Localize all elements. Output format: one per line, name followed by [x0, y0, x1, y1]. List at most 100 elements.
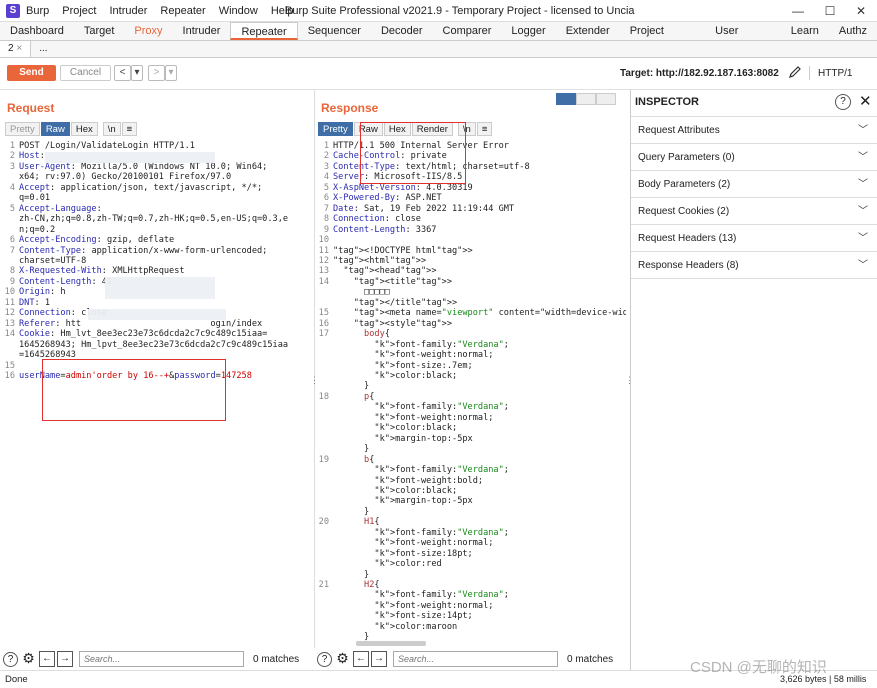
- layout-top-bottom-icon[interactable]: [576, 93, 596, 105]
- inspector-section-query-parameters[interactable]: Query Parameters (0) ﹀: [631, 144, 877, 171]
- tab-comparer[interactable]: Comparer: [433, 22, 502, 40]
- tab-intruder[interactable]: Intruder: [173, 22, 231, 40]
- menu-window[interactable]: Window: [219, 5, 258, 17]
- line-text: "k">font-size:.7em;: [374, 360, 473, 371]
- help-icon[interactable]: ?: [317, 651, 332, 667]
- response-view-pretty[interactable]: Pretty: [318, 122, 353, 136]
- menu-repeater[interactable]: Repeater: [160, 5, 205, 17]
- inspector-section-request-headers[interactable]: Request Headers (13) ﹀: [631, 225, 877, 252]
- line-text: body{: [364, 329, 390, 340]
- editor-line: 10: [317, 235, 626, 245]
- layout-side-by-side-icon[interactable]: [556, 93, 576, 105]
- back-history-dropdown[interactable]: ▾: [131, 65, 143, 81]
- inspector-section-body-parameters[interactable]: Body Parameters (2) ﹀: [631, 171, 877, 198]
- request-view-raw[interactable]: Raw: [40, 122, 70, 136]
- line-text: "tag"><title"tag">>: [353, 276, 453, 287]
- line-text: "k">font-size:18pt;: [374, 548, 473, 559]
- line-number: 11: [4, 297, 15, 308]
- line-text: zh-CN,zh;q=0.8,zh-TW;q=0.7,zh-HK;q=0.5,e…: [19, 214, 289, 225]
- settings-gear-icon[interactable]: ⚙: [335, 651, 350, 667]
- editor-line: 5 Accept-Language:: [3, 204, 313, 214]
- search-prev-icon[interactable]: ←: [353, 651, 369, 667]
- chevron-down-icon: ﹀: [858, 206, 868, 217]
- search-prev-icon[interactable]: ←: [39, 651, 55, 667]
- tab-repeater[interactable]: Repeater: [230, 22, 298, 40]
- editor-line: "k">font-size:14pt;: [317, 611, 626, 621]
- line-text: "tag"></title"tag">>: [353, 297, 458, 308]
- tab-logger[interactable]: Logger: [501, 22, 555, 40]
- line-text: "k">color:red: [374, 559, 442, 570]
- request-view-hex[interactable]: Hex: [70, 122, 98, 136]
- line-text: Accept-Language:: [19, 203, 102, 214]
- search-next-icon[interactable]: →: [57, 651, 73, 667]
- search-next-icon[interactable]: →: [371, 651, 387, 667]
- settings-gear-icon[interactable]: ⚙: [21, 651, 36, 667]
- editor-line: 5 X-AspNet-Version: 4.0.30319: [317, 183, 626, 193]
- tab-proxy[interactable]: Proxy: [124, 22, 172, 40]
- edit-target-icon[interactable]: [788, 65, 802, 82]
- inspector-close-icon[interactable]: ✕: [859, 92, 872, 110]
- response-search-input[interactable]: [393, 651, 558, 667]
- editor-line: 20 H1{: [317, 517, 626, 527]
- redacted-host: [45, 152, 215, 163]
- request-view-pretty[interactable]: Pretty: [5, 122, 40, 136]
- line-text: X-AspNet-Version: 4.0.30319: [333, 182, 473, 193]
- toolbar-divider: [809, 66, 810, 80]
- editor-line: 6 X-Powered-By: ASP.NET: [317, 193, 626, 203]
- burp-logo-icon: S: [6, 3, 20, 18]
- request-newline-toggle[interactable]: \n: [102, 122, 121, 136]
- close-tab-icon[interactable]: ×: [16, 43, 22, 54]
- tab-target[interactable]: Target: [74, 22, 125, 40]
- layout-tabs-icon[interactable]: [596, 93, 616, 105]
- menu-burp[interactable]: Burp: [26, 5, 49, 17]
- chevron-down-icon: ﹀: [858, 125, 868, 136]
- repeater-tab-2[interactable]: 2 ×: [0, 41, 32, 57]
- line-text: Content-Type: application/x-www-form-url…: [19, 245, 268, 256]
- menu-intruder[interactable]: Intruder: [110, 5, 148, 17]
- tab-authz[interactable]: Authz: [829, 22, 877, 40]
- line-text: "k">color:black;: [374, 370, 458, 381]
- editor-line: 1 POST /Login/ValidateLogin HTTP/1.1: [3, 141, 313, 151]
- chevron-down-icon: ﹀: [858, 260, 868, 271]
- inspector-section-request-attributes[interactable]: Request Attributes ﹀: [631, 117, 877, 144]
- line-text: X-Powered-By: ASP.NET: [333, 193, 442, 204]
- inspector-section-response-headers[interactable]: Response Headers (8) ﹀: [631, 252, 877, 279]
- editor-line: 1645268943; Hm_lpvt_8ee3ec23e73c6dcda2c7…: [3, 340, 313, 350]
- line-text: "k">font-family:"Verdana";: [374, 339, 509, 350]
- menu-project[interactable]: Project: [62, 5, 96, 17]
- request-options-menu-icon[interactable]: ≡: [121, 122, 138, 136]
- close-window-button[interactable]: ✕: [846, 2, 876, 20]
- inspector-help-icon[interactable]: ?: [835, 94, 851, 110]
- line-number: 3: [9, 161, 15, 172]
- help-icon[interactable]: ?: [3, 651, 18, 667]
- editor-line: 7 Content-Type: application/x-www-form-ur…: [3, 246, 313, 256]
- forward-button[interactable]: >: [148, 65, 165, 81]
- tab-dashboard[interactable]: Dashboard: [0, 22, 74, 40]
- section-label: Query Parameters (0): [638, 152, 735, 163]
- line-text: Referer: htt ogin/index: [19, 318, 263, 329]
- window-title: Burp Suite Professional v2021.9 - Tempor…: [285, 5, 635, 17]
- tab-extender[interactable]: Extender: [556, 22, 620, 40]
- tab-project-options[interactable]: Project options: [620, 22, 705, 55]
- request-search-input[interactable]: [79, 651, 244, 667]
- tab-decoder[interactable]: Decoder: [371, 22, 433, 40]
- tab-learn[interactable]: Learn: [781, 22, 829, 40]
- line-text: POST /Login/ValidateLogin HTTP/1.1: [19, 141, 195, 151]
- forward-history-dropdown[interactable]: ▾: [165, 65, 177, 81]
- minimize-button[interactable]: —: [783, 2, 813, 20]
- cancel-button[interactable]: Cancel: [60, 65, 111, 81]
- horizontal-scrollbar[interactable]: [356, 641, 426, 646]
- response-options-menu-icon[interactable]: ≡: [476, 122, 493, 136]
- back-button[interactable]: <: [114, 65, 131, 81]
- repeater-tab-more[interactable]: ...: [31, 41, 55, 57]
- maximize-button[interactable]: ☐: [815, 2, 845, 20]
- tab-sequencer[interactable]: Sequencer: [298, 22, 371, 40]
- response-match-count: 0 matches: [567, 653, 614, 665]
- http-version[interactable]: HTTP/1: [818, 68, 852, 79]
- inspector-section-request-cookies[interactable]: Request Cookies (2) ﹀: [631, 198, 877, 225]
- send-button[interactable]: Send: [7, 65, 56, 81]
- tab-user-options[interactable]: User options: [705, 22, 781, 55]
- editor-line: 9 Content-Length: 3367: [317, 225, 626, 235]
- response-editor[interactable]: 1 HTTP/1.1 500 Internal Server Error 2 Cach…: [317, 141, 626, 641]
- status-text: Done: [5, 674, 28, 685]
